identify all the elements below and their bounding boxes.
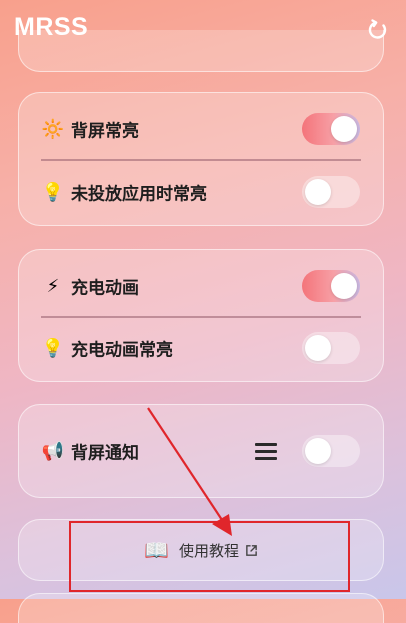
tutorial-card: 📖 使用教程	[18, 519, 384, 581]
divider	[41, 316, 361, 318]
setting-row-charging-animation: ⚡ 充电动画	[19, 261, 383, 311]
lightbulb-icon: 💡	[41, 181, 65, 203]
setting-row-back-screen-notification: 📢 背屏通知	[19, 426, 383, 476]
setting-row-charging-always-on: 💡 充电动画常亮	[19, 323, 383, 373]
toggle-knob	[305, 335, 331, 361]
toggle-knob	[331, 116, 357, 142]
settings-card-screen: 🔆 背屏常亮 💡 未投放应用时常亮	[18, 92, 384, 226]
setting-label: 背屏常亮	[71, 121, 139, 142]
settings-card-charging: ⚡ 充电动画 💡 充电动画常亮	[18, 249, 384, 382]
divider	[41, 159, 361, 161]
tutorial-label: 使用教程	[178, 541, 239, 560]
setting-label: 背屏通知	[71, 443, 139, 464]
lightning-icon: ⚡	[46, 275, 60, 297]
setting-row-idle-always-on: 💡 未投放应用时常亮	[19, 167, 383, 217]
settings-card-partial-bottom	[18, 593, 384, 623]
settings-card-partial-top	[18, 30, 384, 72]
setting-label: 充电动画常亮	[71, 340, 173, 361]
sun-icon: 🔆	[41, 118, 65, 140]
charging-animation-toggle[interactable]	[302, 270, 360, 302]
megaphone-icon: 📢	[41, 440, 65, 462]
back-screen-always-on-toggle[interactable]	[302, 113, 360, 145]
toggle-knob	[331, 273, 357, 299]
back-screen-notification-toggle[interactable]	[302, 435, 360, 467]
settings-card-notification: 📢 背屏通知	[18, 404, 384, 498]
menu-icon[interactable]	[255, 442, 277, 460]
setting-row-back-screen-always-on: 🔆 背屏常亮	[19, 104, 383, 154]
toggle-knob	[305, 179, 331, 205]
toggle-knob	[305, 438, 331, 464]
charging-always-on-toggle[interactable]	[302, 332, 360, 364]
lightbulb-icon: 💡	[41, 337, 65, 359]
book-icon: 📖	[144, 538, 169, 562]
tutorial-link[interactable]: 📖 使用教程	[19, 520, 383, 580]
setting-label: 充电动画	[71, 278, 139, 299]
idle-always-on-toggle[interactable]	[302, 176, 360, 208]
external-link-icon	[246, 544, 257, 556]
setting-label: 未投放应用时常亮	[71, 184, 207, 205]
